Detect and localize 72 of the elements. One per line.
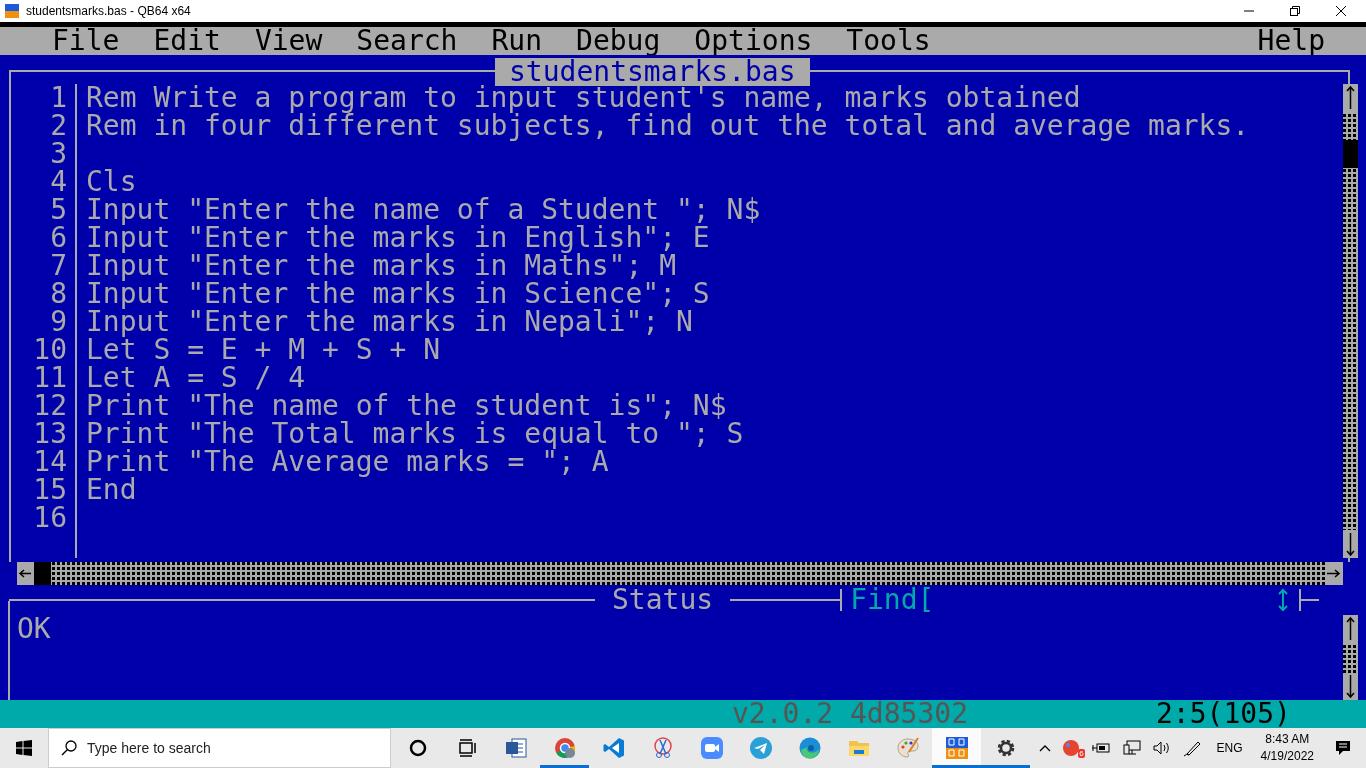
menu-item[interactable]: Help (1240, 27, 1342, 55)
line-number: 15 (32, 476, 68, 504)
code-line: Input "Enter the name of a Student "; N$ (86, 196, 762, 224)
paper-plane-icon (748, 736, 773, 760)
video-camera-icon (699, 736, 724, 760)
line-number: 2 (49, 112, 68, 140)
line-number: 3 (49, 140, 68, 168)
code-line: Let A = S / 4 (86, 364, 307, 392)
search-icon (61, 740, 77, 756)
app-logo-icon (944, 736, 969, 760)
clock-time[interactable]: 8:43 AM (1265, 731, 1310, 748)
menu-item[interactable]: Run (474, 27, 560, 55)
menu-item[interactable]: Debug (559, 27, 678, 55)
code-line: Print "The name of the student is"; N$ (86, 392, 728, 420)
find-label: Find[ (850, 586, 935, 614)
app-logo-icon (4, 3, 20, 19)
network-icon[interactable] (1122, 740, 1141, 756)
menu-item[interactable]: Tools (829, 27, 948, 55)
clock-date[interactable]: 4/19/2022 (1260, 748, 1314, 765)
code-line: End (86, 476, 138, 504)
menu-item[interactable]: View (237, 27, 340, 55)
menu-item[interactable]: Options (677, 27, 830, 55)
swirl-globe-icon (797, 736, 822, 760)
line-number: 1 (49, 84, 68, 112)
line-number: 4 (49, 168, 68, 196)
speaker-icon[interactable] (1152, 740, 1171, 756)
search-field[interactable]: Type here to search (48, 728, 391, 768)
code-line: Rem in four different subjects, find out the total and average marks. (86, 112, 1250, 140)
line-number: 7 (49, 252, 68, 280)
notification-badge: 6 (1078, 749, 1085, 758)
line-number: 13 (32, 420, 68, 448)
search-placeholder: Type here to search (87, 740, 211, 756)
menu-item[interactable]: File (35, 27, 137, 55)
line-number: 14 (32, 448, 68, 476)
code-line: Input "Enter the marks in Maths"; M (86, 252, 677, 280)
palette-icon (895, 736, 920, 760)
app-circle-icon[interactable] (1062, 740, 1079, 756)
restore-icon (1289, 5, 1301, 17)
code-line: Input "Enter the marks in Nepali"; N (86, 308, 694, 336)
document-icon (503, 736, 528, 760)
chevron-up-icon[interactable] (1038, 744, 1051, 752)
language-indicator[interactable]: ENG (1206, 741, 1253, 755)
code-line: Input "Enter the marks in English"; E (86, 224, 711, 252)
line-number: 10 (32, 336, 68, 364)
browser-icon (552, 736, 577, 760)
line-number: 11 (32, 364, 68, 392)
status-message: OK (17, 615, 51, 643)
code-editor-icon (601, 736, 626, 760)
version-label: v2.0.2 4d85302 (732, 700, 968, 728)
code-line: Input "Enter the marks in Science"; S (86, 280, 711, 308)
code-line: Cls (86, 168, 138, 196)
menu-item[interactable]: Edit (136, 27, 238, 55)
line-number: 16 (32, 504, 68, 532)
pen-icon[interactable] (1182, 739, 1201, 757)
notification-icon[interactable] (1334, 739, 1352, 757)
close-icon (1335, 5, 1347, 17)
status-title: Status (611, 586, 715, 614)
cursor-position: 2:5(105) (1156, 700, 1291, 728)
up-down-arrow-icon (1277, 588, 1289, 612)
line-number: 12 (32, 392, 68, 420)
window-title: studentsmarks.bas - QB64 x64 (26, 4, 191, 18)
line-number: 9 (49, 308, 68, 336)
code-line: Rem Write a program to input student's name, marks obtained (86, 84, 1082, 112)
line-number: 5 (49, 196, 68, 224)
code-line: Let S = E + M + S + N (86, 336, 441, 364)
line-number: 6 (49, 224, 68, 252)
battery-plug-icon[interactable] (1090, 741, 1111, 755)
menu-item[interactable]: Search (339, 27, 475, 55)
line-number: 8 (49, 280, 68, 308)
code-line: Print "The Total marks is equal to "; S (86, 420, 745, 448)
code-line: Print "The Average marks = "; A (86, 448, 610, 476)
windows-logo-icon (16, 740, 32, 756)
